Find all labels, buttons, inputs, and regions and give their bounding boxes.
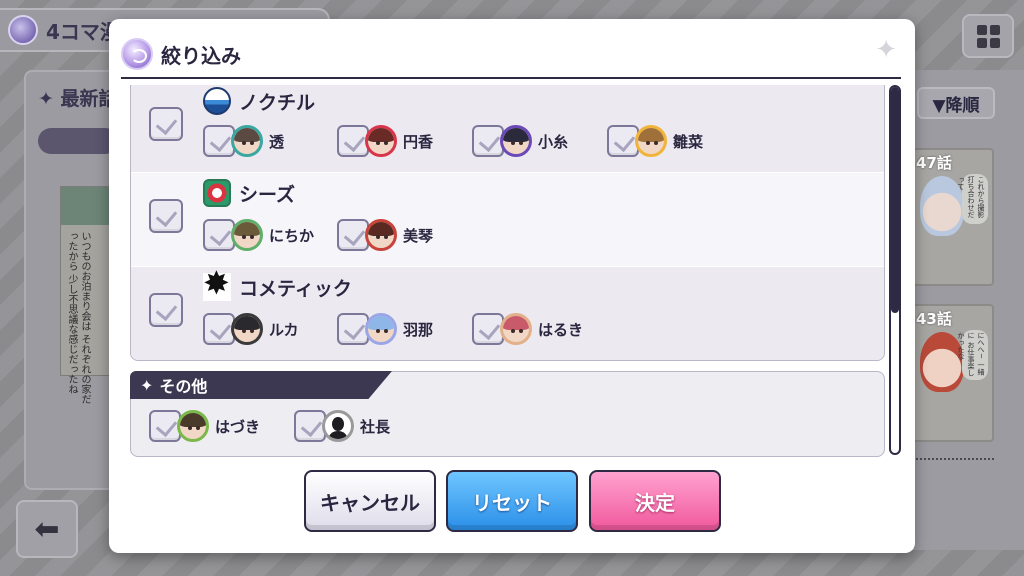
unit-row-cometik: コメティック ルカ 羽那 はるき — [131, 267, 884, 360]
unit-name: シーズ — [239, 183, 296, 206]
grid-view-button[interactable] — [962, 14, 1014, 58]
unit-list: ノクチル 透 円香 小糸 雛菜 シーズ にちか 美琴 ✸ コメティック ルカ 羽… — [130, 85, 885, 361]
cancel-button[interactable]: キャンセル — [304, 470, 436, 532]
avatar — [500, 125, 532, 157]
sparkle-icon: ✦ — [140, 375, 154, 395]
idol-filter-hinana[interactable]: 雛菜 — [607, 125, 703, 157]
idol-filter-hazuki[interactable]: はづき — [149, 410, 260, 442]
avatar — [177, 410, 209, 442]
idol-filter-haruki[interactable]: はるき — [472, 313, 583, 345]
unit-row-shhis: シーズ にちか 美琴 — [131, 173, 884, 267]
unit-checkbox-noctchill[interactable] — [149, 107, 183, 141]
avatar — [500, 313, 532, 345]
episode-card[interactable]: 47話 これから撮影 打ち合わせだって — [912, 148, 994, 286]
app-logo-icon — [8, 15, 38, 45]
idol-filter-madoka[interactable]: 円香 — [337, 125, 433, 157]
confirm-button[interactable]: 決定 — [589, 470, 721, 532]
idol-filter-toru[interactable]: 透 — [203, 125, 284, 157]
app-logo-icon — [121, 38, 153, 70]
scrollbar[interactable] — [889, 85, 901, 455]
idol-filter-president[interactable]: 社長 — [294, 410, 390, 442]
episode-card[interactable]: 43話 にへへ~ 一緒に お仕事楽しかったな — [912, 304, 994, 442]
arrow-left-icon: ⬅ — [34, 511, 60, 547]
divider — [912, 458, 994, 460]
unit-row-noctchill: ノクチル 透 円香 小糸 雛菜 — [131, 85, 884, 179]
idol-filter-koito[interactable]: 小糸 — [472, 125, 568, 157]
sort-button[interactable]: ▼降順 — [917, 87, 995, 119]
scrollbar-thumb[interactable] — [891, 87, 899, 313]
noctchill-emblem-icon — [203, 87, 231, 115]
avatar — [231, 313, 263, 345]
dialog-title: 絞り込み — [161, 43, 241, 68]
latest-pill — [38, 128, 118, 154]
unit-name: ノクチル — [239, 91, 316, 114]
avatar — [365, 219, 397, 251]
other-section-header: ✦ その他 — [130, 371, 392, 399]
avatar — [231, 125, 263, 157]
sparkle-icon: ✦ — [875, 35, 897, 65]
silhouette-avatar-icon — [322, 410, 354, 442]
back-button[interactable]: ⬅ — [16, 500, 78, 558]
dialog-header: 絞り込み ✦ — [121, 31, 901, 79]
avatar — [365, 125, 397, 157]
latest-label: ✦ 最新話 — [38, 88, 118, 110]
idol-filter-mikoto[interactable]: 美琴 — [337, 219, 433, 251]
unit-name: コメティック — [239, 277, 352, 300]
filter-dialog: 絞り込み ✦ ノクチル 透 円香 小糸 雛菜 シーズ にちか 美琴 ✸ コメティ… — [109, 19, 915, 553]
avatar — [231, 219, 263, 251]
unit-checkbox-cometik[interactable] — [149, 293, 183, 327]
avatar — [635, 125, 667, 157]
shhis-emblem-icon — [203, 179, 231, 207]
idol-filter-nichika[interactable]: にちか — [203, 219, 314, 251]
grid-icon — [976, 24, 987, 35]
comic-thumbnail: いつものお泊まり会は それぞれの家だったから 少し不思議な感じだったね — [60, 186, 112, 404]
reset-button[interactable]: リセット — [446, 470, 578, 532]
unit-checkbox-shhis[interactable] — [149, 199, 183, 233]
cometik-emblem-icon — [203, 267, 231, 301]
avatar — [365, 313, 397, 345]
idol-filter-hana[interactable]: 羽那 — [337, 313, 433, 345]
idol-filter-ruka[interactable]: ルカ — [203, 313, 299, 345]
